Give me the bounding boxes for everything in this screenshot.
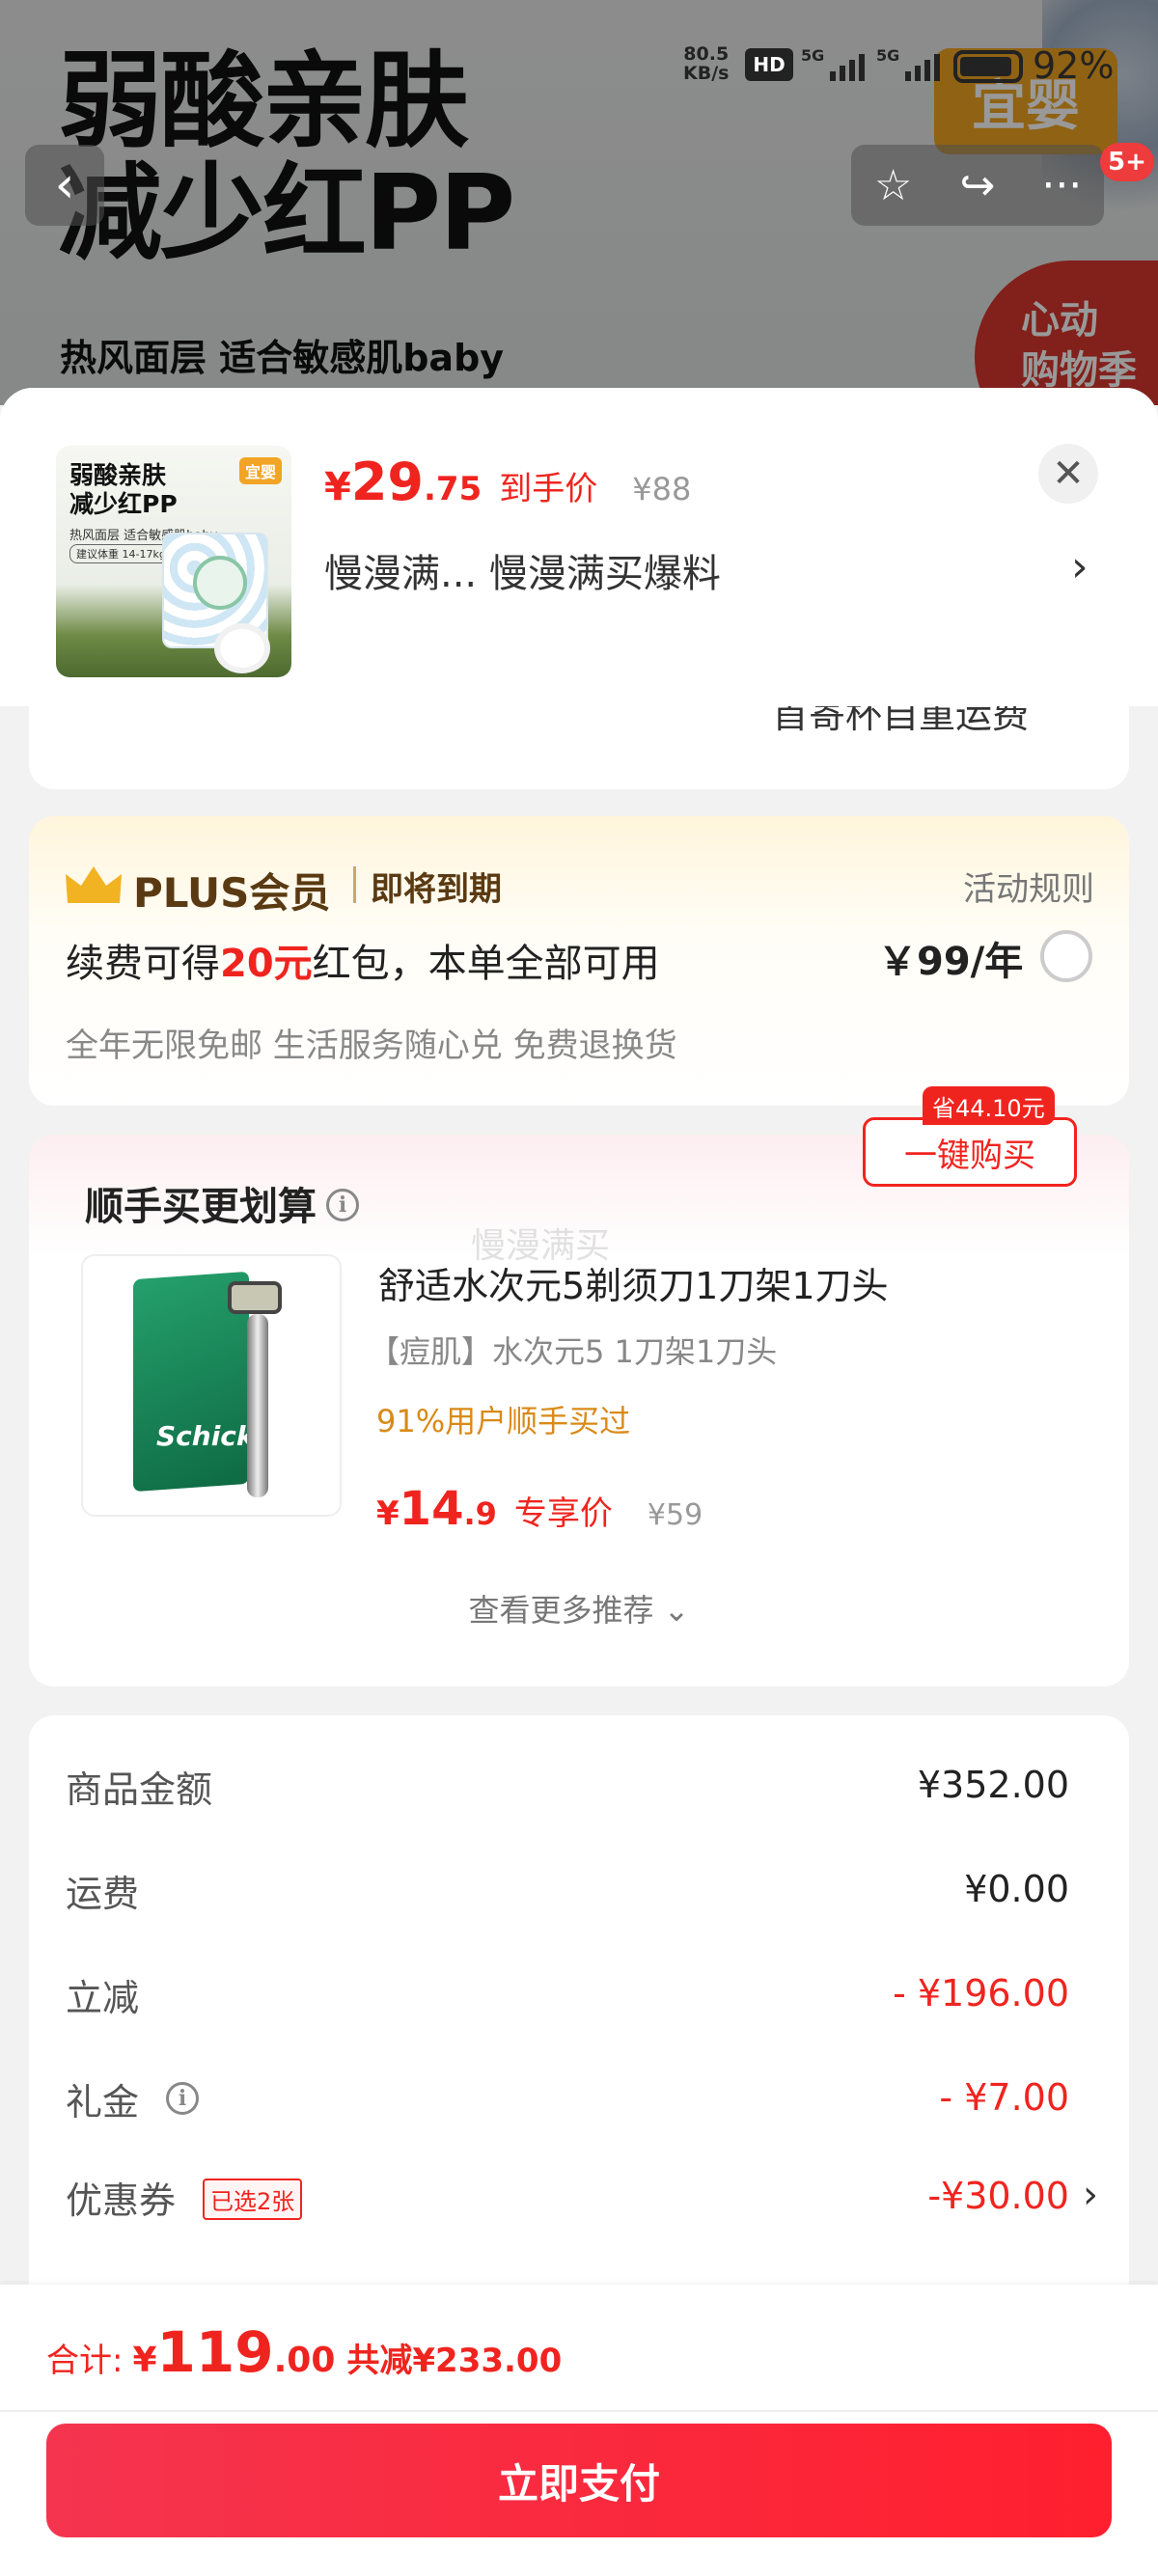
more-recommendations-link[interactable]: 查看更多推荐 ⌄	[29, 1586, 1129, 1631]
sheet-header: 弱酸亲肤 减少红PP 热风面层 适合敏感肌baby 建议体重 14-17kg 宜…	[0, 388, 1158, 706]
order-total: 合计: ¥ 119 .00 共减¥233.00	[46, 2319, 563, 2385]
back-button[interactable]: ‹	[25, 145, 104, 226]
schick-logo: Schick	[156, 1420, 255, 1452]
battery-icon	[953, 50, 1023, 83]
thumb-title: 弱酸亲肤 减少红PP	[69, 461, 178, 518]
product-price: ¥ 29 .75 到手价 ¥88	[324, 452, 692, 512]
recommended-price: ¥ 14 .9 专享价 ¥59	[376, 1482, 703, 1536]
social-proof: 91%用户顺手买过	[376, 1403, 631, 1439]
hd-icon: HD	[745, 48, 793, 81]
plus-benefits: 全年无限免邮 生活服务随心兑 免费退换货	[66, 1027, 677, 1065]
plus-select-radio[interactable]	[1040, 930, 1092, 982]
recommended-product-spec: 【痘肌】水次元5 1刀架1刀头	[369, 1333, 778, 1370]
razor-head	[228, 1281, 282, 1314]
signal-icon-sim2: 5G	[876, 46, 941, 81]
one-click-buy-button[interactable]: 一键购买	[863, 1117, 1077, 1187]
star-icon[interactable]: ☆	[855, 161, 932, 210]
pay-now-button[interactable]: 立即支付	[46, 2424, 1112, 2537]
summary-row-shipping: 运费 ¥0.00	[66, 1868, 1069, 1915]
price-label: 到手价	[499, 470, 598, 508]
plus-brand: PLUS会员	[133, 869, 331, 917]
status-bar: 80.5 KB/s HD 5G 5G 92%	[0, 0, 1158, 125]
thumb-spec: 建议体重 14-17kg	[69, 544, 173, 563]
plus-price: ￥99/年	[878, 940, 1024, 984]
summary-row-instant-discount: 立减 - ¥196.00	[66, 1972, 1069, 2019]
chevron-left-icon: ‹	[54, 156, 75, 214]
top-action-group: ☆ ↪ ···	[851, 145, 1104, 226]
notification-badge: 5+	[1100, 143, 1154, 181]
razor-handle	[247, 1314, 268, 1497]
bottom-pay-bar: 合计: ¥ 119 .00 共减¥233.00 立即支付	[0, 2285, 1158, 2576]
more-dots-icon[interactable]: ···	[1023, 161, 1100, 210]
info-icon[interactable]: i	[326, 1189, 359, 1221]
summary-row-subtotal: 商品金额 ¥352.00	[66, 1764, 1069, 1811]
flower-image	[220, 629, 264, 668]
total-reduction: 共减¥233.00	[346, 2342, 563, 2380]
chevron-right-icon[interactable]: ›	[1071, 542, 1089, 591]
plus-offer-text: 续费可得20元红包，本单全部可用	[66, 942, 660, 986]
battery-percent: 92%	[1033, 44, 1115, 87]
network-speed: 80.5 KB/s	[683, 43, 730, 84]
summary-row-gift-money: 礼金 i - ¥7.00	[66, 2076, 1069, 2124]
recommended-product-name[interactable]: 舒适水次元5剃须刀1刀架1刀头	[378, 1256, 889, 1309]
address-card-partial: 首寄杯自重运费	[29, 706, 1129, 789]
close-button[interactable]: ✕	[1038, 444, 1098, 504]
original-price: ¥88	[632, 471, 692, 507]
chevron-right-icon: ›	[1083, 2173, 1098, 2217]
divider	[0, 2410, 1158, 2412]
plus-membership-card: PLUS会员 即将到期 活动规则 续费可得20元红包，本单全部可用 ￥99/年 …	[29, 816, 1129, 1106]
close-icon: ✕	[1052, 452, 1085, 496]
coupon-count-chip: 已选2张	[203, 2179, 303, 2220]
divider	[353, 866, 356, 903]
promo-text[interactable]: 慢漫满... 慢漫满买爆料	[324, 542, 721, 598]
recommended-product-image[interactable]: Schick	[81, 1254, 342, 1517]
thumb-brand: 宜婴	[238, 457, 282, 484]
recommendation-card: 顺手买更划算 i 慢漫满买 Schick 舒适水次元5剃须刀1刀架1刀头 【痘肌】…	[29, 1135, 1129, 1686]
signal-icon-sim1: 5G	[801, 46, 866, 81]
summary-row-coupon[interactable]: 优惠券 已选2张 -¥30.00 ›	[66, 2171, 1098, 2229]
product-thumbnail[interactable]: 弱酸亲肤 减少红PP 热风面层 适合敏感肌baby 建议体重 14-17kg 宜…	[56, 446, 291, 677]
crown-icon	[66, 866, 122, 903]
plus-expire-status: 即将到期	[371, 870, 502, 909]
info-icon[interactable]: i	[166, 2082, 199, 2115]
share-icon[interactable]: ↪	[939, 161, 1016, 210]
order-summary: 商品金额 ¥352.00 运费 ¥0.00 立减 - ¥196.00 礼金 i …	[29, 1715, 1129, 2314]
savings-tag: 省44.10元	[923, 1086, 1055, 1125]
cut-off-text: 首寄杯自重运费	[772, 706, 1030, 736]
recommendation-title: 顺手买更划算 i	[85, 1175, 359, 1231]
checkout-sheet: 弱酸亲肤 减少红PP 热风面层 适合敏感肌baby 建议体重 14-17kg 宜…	[0, 388, 1158, 2576]
plus-rules-link[interactable]: 活动规则	[963, 863, 1094, 910]
